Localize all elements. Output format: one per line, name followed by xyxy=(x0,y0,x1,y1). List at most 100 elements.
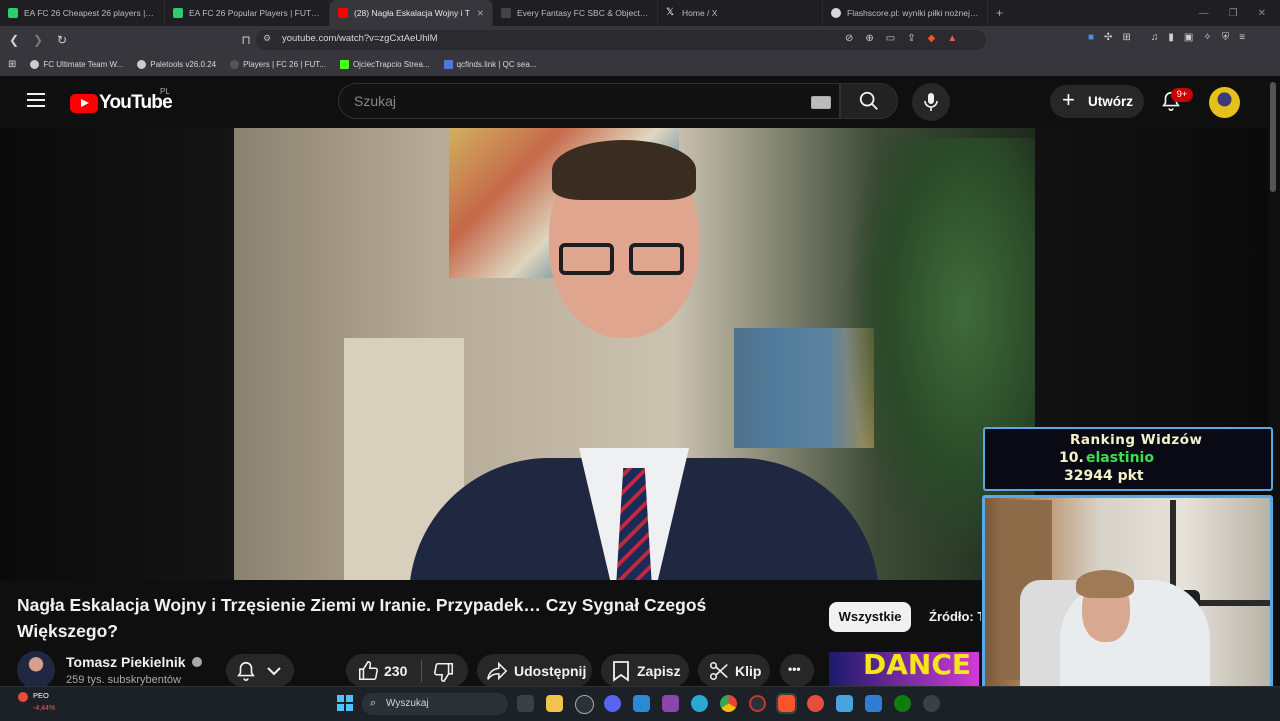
search-input[interactable] xyxy=(338,83,840,119)
bookmark-icon[interactable]: ⊓ xyxy=(236,33,256,47)
futbin-icon xyxy=(230,60,240,69)
dislike-icon[interactable] xyxy=(433,661,455,683)
site-info-icon[interactable]: ⚙ xyxy=(263,33,271,44)
file-explorer-icon[interactable] xyxy=(546,695,563,712)
share-label: Udostępnij xyxy=(514,663,587,679)
ranking-points: 32944 pkt xyxy=(1064,468,1144,484)
clip-label: Klip xyxy=(735,663,762,679)
tab-title: Home / X xyxy=(682,8,718,18)
edge-icon[interactable] xyxy=(691,695,708,712)
user-avatar[interactable] xyxy=(1209,87,1240,118)
brave-icon[interactable] xyxy=(776,693,797,714)
futbin-favicon-icon xyxy=(173,8,183,18)
bookmark-item[interactable]: Players | FC 26 | FUT... xyxy=(230,60,326,69)
browser-tab[interactable]: Flashscore.pl: wyniki piłki nożnej, wy xyxy=(823,0,988,26)
zoom-icon[interactable]: ⊕ xyxy=(865,33,873,44)
tab-title: EA FC 26 Cheapest 26 players | FUTBIN xyxy=(24,8,156,18)
sidebar-icon[interactable]: ▮ xyxy=(1168,32,1174,43)
chip-all[interactable]: Wszystkie xyxy=(829,602,911,632)
rewards-icon[interactable]: ▲ xyxy=(947,33,957,44)
forward-icon[interactable]: ❯ xyxy=(28,33,48,47)
opera-icon[interactable] xyxy=(749,695,766,712)
channel-avatar[interactable] xyxy=(17,651,55,689)
chevron-down-icon xyxy=(267,667,281,676)
menu-icon[interactable]: ≡ xyxy=(1239,32,1245,43)
reload-icon[interactable]: ↻ xyxy=(52,33,72,47)
maximize-icon[interactable]: ❐ xyxy=(1229,8,1238,19)
country-code: PL xyxy=(160,87,170,96)
chip-source[interactable]: Źródło: T xyxy=(929,602,981,632)
chatgpt-icon[interactable] xyxy=(575,695,594,714)
cast-icon[interactable]: ▭ xyxy=(886,33,895,44)
extension-icon[interactable]: ■ xyxy=(1088,32,1094,43)
bookmark-item[interactable]: Paletools v26.0.24 xyxy=(137,60,216,69)
webcam-streamer-hair xyxy=(1076,570,1134,598)
back-icon[interactable]: ❮ xyxy=(4,33,24,47)
scrollbar-thumb[interactable] xyxy=(1270,82,1276,192)
subscribe-notifications-button[interactable] xyxy=(226,654,294,687)
store-icon[interactable] xyxy=(836,695,853,712)
url-text[interactable]: youtube.com/watch?v=zgCxtAeUhlM xyxy=(282,33,438,44)
translate-icon[interactable]: ⊞ xyxy=(1122,32,1130,43)
bookmark-item[interactable]: FC Ultimate Team W... xyxy=(30,60,123,69)
chrome-icon[interactable] xyxy=(720,695,737,712)
minimize-icon[interactable]: — xyxy=(1199,8,1209,19)
windows-start-icon[interactable] xyxy=(337,695,353,711)
app-icon[interactable] xyxy=(662,695,679,712)
like-divider xyxy=(421,660,422,682)
qcfinds-icon xyxy=(443,60,453,69)
bookmark-item[interactable]: qcfinds.link | QC sea... xyxy=(443,60,536,69)
video-title: Nagła Eskalacja Wojny i Trzęsienie Ziemi… xyxy=(17,595,707,641)
xbox-icon[interactable] xyxy=(894,695,911,712)
wallet-icon[interactable]: ▣ xyxy=(1184,32,1193,43)
tab-title: EA FC 26 Popular Players | FUTBIN xyxy=(189,8,321,18)
close-tab-icon[interactable]: ✕ xyxy=(477,8,484,19)
youtube-logo-icon[interactable] xyxy=(70,94,98,113)
search-button[interactable] xyxy=(840,83,898,119)
voice-search-button[interactable] xyxy=(912,83,950,121)
close-window-icon[interactable]: ✕ xyxy=(1258,8,1266,19)
channel-name[interactable]: Tomasz Piekielnik xyxy=(66,654,186,670)
player-letterbox-left xyxy=(0,128,234,580)
vscode-icon[interactable] xyxy=(633,695,650,712)
globe-icon xyxy=(137,60,147,69)
browser-tab[interactable]: EA FC 26 Cheapest 26 players | FUTBIN xyxy=(0,0,165,26)
eye-off-icon[interactable]: ⊘ xyxy=(845,33,853,44)
keyboard-icon[interactable] xyxy=(811,96,831,109)
stock-change: -4,44% xyxy=(33,705,56,712)
browser-tab[interactable]: EA FC 26 Popular Players | FUTBIN xyxy=(165,0,330,26)
like-count[interactable]: 230 xyxy=(384,663,407,679)
video-frame[interactable] xyxy=(234,128,1035,580)
kick-icon xyxy=(339,60,349,69)
scissors-icon xyxy=(709,661,728,681)
apps-grid-icon[interactable]: ⊞ xyxy=(8,59,16,70)
browser-tab[interactable]: 𝕏 Home / X xyxy=(658,0,823,26)
like-icon[interactable] xyxy=(357,660,379,682)
task-view-icon[interactable] xyxy=(517,695,534,712)
vpn-icon[interactable]: ⛨ xyxy=(1222,32,1230,43)
music-icon[interactable]: ♫ xyxy=(1151,32,1159,43)
url-bar-actions: ⊘ ⊕ ▭ ⇪ ◆ ▲ xyxy=(845,33,957,44)
discord-icon[interactable] xyxy=(604,695,621,712)
related-video-thumbnail[interactable]: DANCE H xyxy=(829,652,979,687)
share-icon[interactable]: ⇪ xyxy=(907,33,915,44)
brave-shield-icon[interactable]: ◆ xyxy=(928,33,936,44)
settings-icon[interactable] xyxy=(923,695,940,712)
search-icon xyxy=(859,91,878,110)
browser-tab[interactable]: Every Fantasy FC SBC & Objective Pl xyxy=(493,0,658,26)
ranking-name: elastinio xyxy=(1086,450,1154,466)
stock-name[interactable]: PEO xyxy=(33,691,49,700)
ranking-position: 10. xyxy=(1059,450,1084,466)
widget-icon[interactable] xyxy=(865,695,882,712)
new-tab-icon[interactable]: + xyxy=(988,6,1011,20)
bookmark-item[interactable]: OjciecTrapcio Strea... xyxy=(339,60,430,69)
vivaldi-icon[interactable] xyxy=(807,695,824,712)
leo-icon[interactable]: ✧ xyxy=(1203,32,1211,43)
subscriber-count: 259 tys. subskrybentów xyxy=(66,674,181,686)
stock-widget-icon[interactable] xyxy=(18,692,28,702)
taskbar-search-box[interactable] xyxy=(362,693,508,715)
hamburger-menu-icon[interactable] xyxy=(27,93,45,107)
youtube-favicon-icon xyxy=(338,8,348,18)
browser-tab-active[interactable]: (28) Nagła Eskalacja Wojny i T ✕ xyxy=(330,0,493,26)
puzzle-icon[interactable]: ✣ xyxy=(1104,32,1112,43)
